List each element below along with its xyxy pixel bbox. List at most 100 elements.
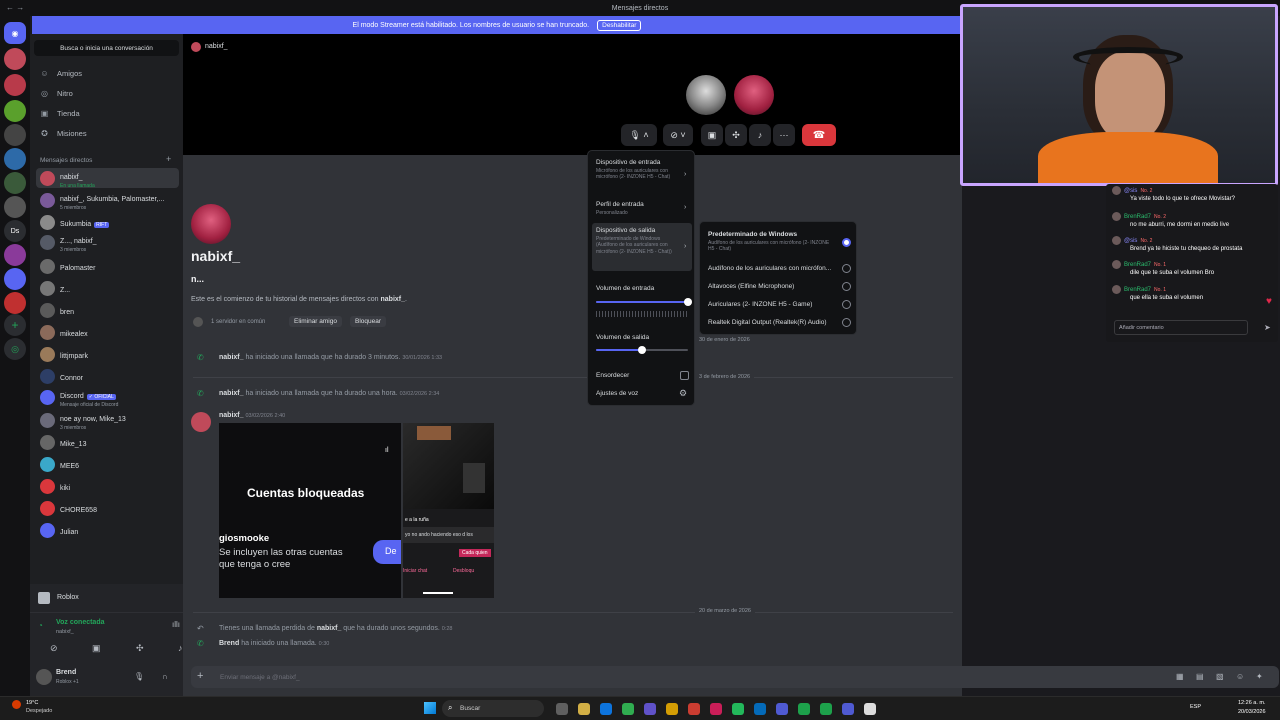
add-server-icon[interactable]: +	[4, 314, 26, 336]
folder-icon[interactable]	[666, 703, 678, 715]
chat-username[interactable]: @sis	[1124, 188, 1137, 194]
output-option[interactable]: Realtek Digital Output (Realtek(R) Audio…	[708, 319, 827, 326]
dm-item[interactable]: littjmpark	[36, 344, 179, 364]
server-icon[interactable]	[4, 124, 26, 146]
server-icon[interactable]	[4, 148, 26, 170]
nav-shop[interactable]: ▣ Tienda	[40, 109, 80, 118]
output-volume-slider[interactable]	[596, 346, 688, 354]
radio[interactable]	[842, 318, 851, 327]
discord-home-icon[interactable]: ◉	[4, 22, 26, 44]
chat-username[interactable]: BrenRad7	[1124, 214, 1151, 220]
dm-item[interactable]: kiki	[36, 476, 179, 496]
clock-time[interactable]: 12:26 a. m.	[1238, 700, 1266, 706]
dm-item[interactable]: mikealex	[36, 322, 179, 342]
msg-user[interactable]: nabixf_	[219, 354, 244, 361]
compass-icon[interactable]: ◎	[4, 338, 26, 360]
dm-item[interactable]: Sukumbia RIFT	[36, 212, 179, 232]
mic-icon[interactable]: 🎙	[134, 672, 144, 681]
dm-item[interactable]: Connor	[36, 366, 179, 386]
dm-item[interactable]: Palomaster	[36, 256, 179, 276]
soundboard-button[interactable]: ♪	[749, 124, 771, 146]
profile-avatar[interactable]	[191, 204, 231, 244]
headset-icon[interactable]: ∩	[162, 672, 168, 681]
whatsapp-icon[interactable]	[732, 703, 744, 715]
edge-icon[interactable]	[600, 703, 612, 715]
send-icon[interactable]: ➤	[1264, 323, 1271, 332]
msg-user[interactable]: Brend	[219, 640, 239, 647]
server-icon[interactable]	[4, 172, 26, 194]
chat-username[interactable]: BrenRad7	[1124, 287, 1151, 293]
output-option[interactable]: Auriculares (2- INZONE H5 - Game)	[708, 301, 812, 308]
dm-item[interactable]: CHORE658	[36, 498, 179, 518]
dm-item[interactable]: Mike_13	[36, 432, 179, 452]
mutual-servers[interactable]: 1 servidor en común	[211, 319, 265, 325]
gear-icon[interactable]: ⚙	[679, 388, 687, 399]
activities-icon[interactable]: ✣	[136, 643, 144, 654]
dm-item[interactable]: nabixf_, Sukumbia, Palomaster,... 5 miemb…	[36, 190, 179, 211]
soundboard-icon[interactable]: ♪	[178, 643, 183, 653]
activities-button[interactable]: ✣	[725, 124, 747, 146]
camera-toggle-button[interactable]: ⊘ ˅	[663, 124, 693, 146]
chat-input[interactable]: Añadir comentario	[1114, 320, 1248, 335]
dm-item[interactable]: noe ay now, Mike_13 3 miembros	[36, 410, 179, 431]
call-participant-avatar[interactable]	[734, 75, 774, 115]
dm-item[interactable]: Z...	[36, 278, 179, 298]
chat-username[interactable]: BrenRad7	[1124, 262, 1151, 268]
voice-status[interactable]: Voz conectada	[56, 619, 105, 626]
gif-icon[interactable]: ▤	[1196, 672, 1204, 681]
call-participant-avatar[interactable]	[686, 75, 726, 115]
output-device-title[interactable]: Dispositivo de salida	[596, 227, 655, 234]
noise-icon[interactable]: ıllı	[172, 620, 180, 629]
slider-knob[interactable]	[638, 346, 646, 354]
dm-item[interactable]: Discord ✓ OFICIAL Mensaje oficial de Disco…	[36, 387, 179, 408]
server-icon[interactable]	[4, 268, 26, 290]
spotify-icon[interactable]	[820, 703, 832, 715]
output-option[interactable]: Audífono de los auriculares con micrófon…	[708, 265, 831, 272]
create-dm-icon[interactable]: +	[166, 154, 171, 164]
radio-selected[interactable]	[842, 238, 851, 247]
app-icon[interactable]	[864, 703, 876, 715]
more-options-button[interactable]: ⋯	[773, 124, 795, 146]
nav-nitro[interactable]: ◎ Nitro	[40, 89, 73, 98]
emoji-icon[interactable]: ☺	[1236, 672, 1244, 681]
gift-icon[interactable]: ▦	[1176, 672, 1184, 681]
discord-icon[interactable]	[842, 703, 854, 715]
output-option[interactable]: Altavoces (Elfine Microphone)	[708, 283, 794, 290]
voice-settings-label[interactable]: Ajustes de voz	[596, 390, 638, 397]
server-icon[interactable]	[4, 74, 26, 96]
task-view-icon[interactable]	[556, 703, 568, 715]
radio[interactable]	[842, 282, 851, 291]
slider-knob[interactable]	[684, 298, 692, 306]
store-icon[interactable]	[754, 703, 766, 715]
server-icon[interactable]	[4, 244, 26, 266]
language-indicator[interactable]: ESP	[1190, 704, 1201, 710]
avatar[interactable]	[36, 669, 52, 685]
message-composer[interactable]: + Enviar mensaje a @nabixf_ ▦ ▤ ▧ ☺ ✦	[191, 666, 1279, 688]
nav-quests[interactable]: ✪ Misiones	[40, 129, 86, 138]
input-volume-slider[interactable]	[596, 298, 692, 306]
block-button[interactable]: Bloquear	[350, 316, 387, 327]
dm-item[interactable]: Z..., nabixf_ 3 miembros	[36, 232, 179, 253]
instagram-icon[interactable]	[710, 703, 722, 715]
msg-user[interactable]: nabixf_	[219, 412, 244, 419]
msg-user[interactable]: nabixf_	[219, 390, 244, 397]
dm-item[interactable]: nabixf_ En una llamada	[36, 168, 179, 189]
radio[interactable]	[842, 264, 851, 273]
back-forward-icon[interactable]: ← →	[6, 3, 24, 12]
server-icon[interactable]	[4, 48, 26, 70]
apps-icon[interactable]: ✦	[1256, 672, 1263, 681]
dm-item[interactable]: Julian	[36, 520, 179, 540]
clock-date[interactable]: 20/03/2026	[1238, 709, 1266, 715]
weather-icon[interactable]	[12, 700, 21, 709]
windows-start-icon[interactable]	[424, 702, 436, 714]
discord-icon[interactable]	[776, 703, 788, 715]
output-option[interactable]: Predeterminado de Windows	[708, 231, 797, 238]
screen-icon[interactable]: ▣	[92, 643, 101, 654]
radio[interactable]	[842, 300, 851, 309]
disable-streamer-button[interactable]: Deshabilitar	[597, 19, 642, 31]
file-explorer-icon[interactable]	[578, 703, 590, 715]
deafen-checkbox[interactable]	[680, 371, 689, 380]
dm-item[interactable]: bren	[36, 300, 179, 320]
input-profile-title[interactable]: Perfil de entrada	[596, 201, 644, 208]
msg-user[interactable]: nabixf_	[317, 625, 342, 632]
